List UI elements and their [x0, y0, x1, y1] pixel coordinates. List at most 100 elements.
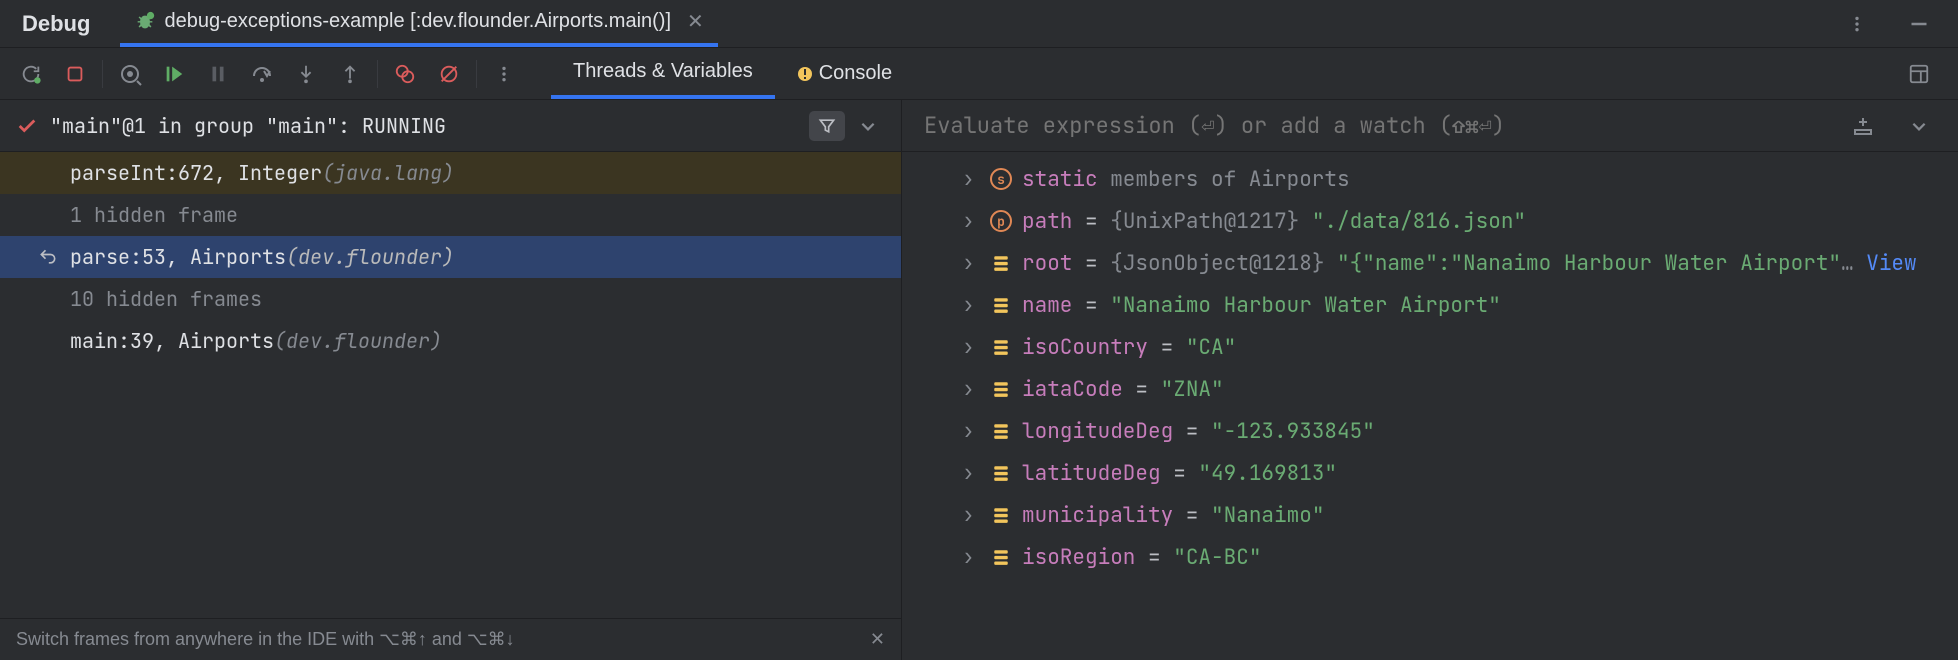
variables-list: › s static members of Airports › p path … [902, 152, 1958, 660]
close-tab-icon[interactable]: ✕ [687, 9, 704, 34]
tab-threads-variables[interactable]: Threads & Variables [551, 48, 775, 99]
step-over-icon[interactable] [245, 57, 279, 91]
step-into-icon[interactable] [289, 57, 323, 91]
tip-bar: Switch frames from anywhere in the IDE w… [0, 618, 901, 660]
field-icon [990, 336, 1012, 358]
evaluate-expression-input[interactable] [924, 111, 1846, 140]
tab-console[interactable]: Console [775, 48, 914, 99]
minimize-icon[interactable] [1902, 7, 1936, 41]
param-icon: p [990, 210, 1012, 232]
chevron-right-icon[interactable]: › [962, 418, 980, 445]
thread-dropdown-icon[interactable] [851, 109, 885, 143]
frame-method: parse:53, Airports [70, 244, 286, 270]
frame-hidden-label: 1 hidden frame [70, 202, 238, 228]
var-eq: = [1072, 208, 1110, 235]
resume-icon[interactable] [157, 57, 191, 91]
frame-hidden-row[interactable]: 10 hidden frames [0, 278, 901, 320]
var-row[interactable]: › root = {JsonObject@1218} "{"name":"Nan… [902, 242, 1958, 284]
frame-hidden-row[interactable]: 1 hidden frame [0, 194, 901, 236]
field-icon [990, 294, 1012, 316]
rerun-icon[interactable] [14, 57, 48, 91]
frame-hidden-label: 10 hidden frames [70, 286, 262, 312]
frame-row-selected[interactable]: parse:53, Airports (dev.flounder) [0, 236, 901, 278]
evaluate-expression-bar [902, 100, 1958, 152]
frames-list: parseInt:672, Integer (java.lang) 1 hidd… [0, 152, 901, 618]
field-icon [990, 252, 1012, 274]
tip-text: Switch frames from anywhere in the IDE w… [16, 629, 515, 650]
frame-method: main:39, Airports [70, 328, 274, 354]
chevron-right-icon[interactable]: › [962, 544, 980, 571]
chevron-right-icon[interactable]: › [962, 376, 980, 403]
var-eq: = [1123, 376, 1161, 403]
thread-status-text: "main"@1 in group "main": RUNNING [50, 113, 446, 139]
tab-console-label: Console [819, 62, 892, 85]
frames-pane: "main"@1 in group "main": RUNNING parseI… [0, 100, 902, 660]
view-breakpoints-icon[interactable] [388, 57, 422, 91]
var-eq: = [1173, 418, 1211, 445]
chevron-right-icon[interactable]: › [962, 166, 980, 193]
var-row[interactable]: › isoCountry = "CA" [902, 326, 1958, 368]
field-icon [990, 462, 1012, 484]
var-eq: = [1173, 502, 1211, 529]
mute-breakpoints-icon[interactable] [432, 57, 466, 91]
var-eq: = [1135, 544, 1173, 571]
thread-status-icon [16, 115, 38, 137]
var-value: "Nanaimo" [1211, 502, 1324, 529]
var-row[interactable]: › longitudeDeg = "-123.933845" [902, 410, 1958, 452]
run-config-tab[interactable]: debug-exceptions-example [:dev.flounder.… [120, 0, 717, 47]
add-watch-icon[interactable] [1846, 109, 1880, 143]
var-name: longitudeDeg [1022, 418, 1173, 445]
main-content: "main"@1 in group "main": RUNNING parseI… [0, 100, 1958, 660]
more-actions-icon[interactable] [487, 57, 521, 91]
var-value: "Nanaimo Harbour Water Airport" [1110, 292, 1501, 319]
frame-row[interactable]: parseInt:672, Integer (java.lang) [0, 152, 901, 194]
var-eq: = [1161, 460, 1199, 487]
static-icon: s [990, 168, 1012, 190]
vars-dropdown-icon[interactable] [1902, 109, 1936, 143]
frame-package: (dev.flounder) [274, 328, 442, 354]
var-more: … [1841, 250, 1866, 277]
var-name: name [1022, 292, 1072, 319]
filter-frames-icon[interactable] [809, 111, 845, 141]
view-link[interactable]: View [1866, 250, 1916, 277]
var-row[interactable]: › name = "Nanaimo Harbour Water Airport" [902, 284, 1958, 326]
var-row[interactable]: › latitudeDeg = "49.169813" [902, 452, 1958, 494]
var-name: iataCode [1022, 376, 1123, 403]
stop-icon[interactable] [58, 57, 92, 91]
frame-package: (java.lang) [322, 160, 454, 186]
var-name: static [1022, 166, 1098, 193]
tab-threads-label: Threads & Variables [573, 60, 753, 83]
var-value: "./data/816.json" [1312, 208, 1526, 235]
chevron-right-icon[interactable]: › [962, 250, 980, 277]
var-name: municipality [1022, 502, 1173, 529]
top-tabs-bar: Debug debug-exceptions-example [:dev.flo… [0, 0, 1958, 48]
field-icon [990, 504, 1012, 526]
chevron-right-icon[interactable]: › [962, 460, 980, 487]
var-value: "CA" [1186, 334, 1236, 361]
var-name: isoCountry [1022, 334, 1148, 361]
chevron-right-icon[interactable]: › [962, 502, 980, 529]
step-out-icon[interactable] [333, 57, 367, 91]
var-row[interactable]: › isoRegion = "CA-BC" [902, 536, 1958, 578]
var-value: "ZNA" [1161, 376, 1224, 403]
frame-row[interactable]: main:39, Airports (dev.flounder) [0, 320, 901, 362]
chevron-right-icon[interactable]: › [962, 334, 980, 361]
var-value: "CA-BC" [1173, 544, 1261, 571]
var-row[interactable]: › p path = {UnixPath@1217} "./data/816.j… [902, 200, 1958, 242]
more-icon[interactable] [1840, 7, 1874, 41]
chevron-right-icon[interactable]: › [962, 292, 980, 319]
var-name: isoRegion [1022, 544, 1135, 571]
layout-settings-icon[interactable] [1902, 57, 1936, 91]
tip-close-icon[interactable]: ✕ [870, 629, 885, 650]
var-row-static[interactable]: › s static members of Airports [902, 158, 1958, 200]
drop-frame-icon[interactable] [38, 247, 58, 267]
bug-icon [134, 11, 156, 33]
var-eq: = [1072, 292, 1110, 319]
show-execution-point-icon[interactable] [113, 57, 147, 91]
thread-header[interactable]: "main"@1 in group "main": RUNNING [0, 100, 901, 152]
var-eq: = [1148, 334, 1186, 361]
var-row[interactable]: › iataCode = "ZNA" [902, 368, 1958, 410]
pause-icon[interactable] [201, 57, 235, 91]
var-row[interactable]: › municipality = "Nanaimo" [902, 494, 1958, 536]
chevron-right-icon[interactable]: › [962, 208, 980, 235]
